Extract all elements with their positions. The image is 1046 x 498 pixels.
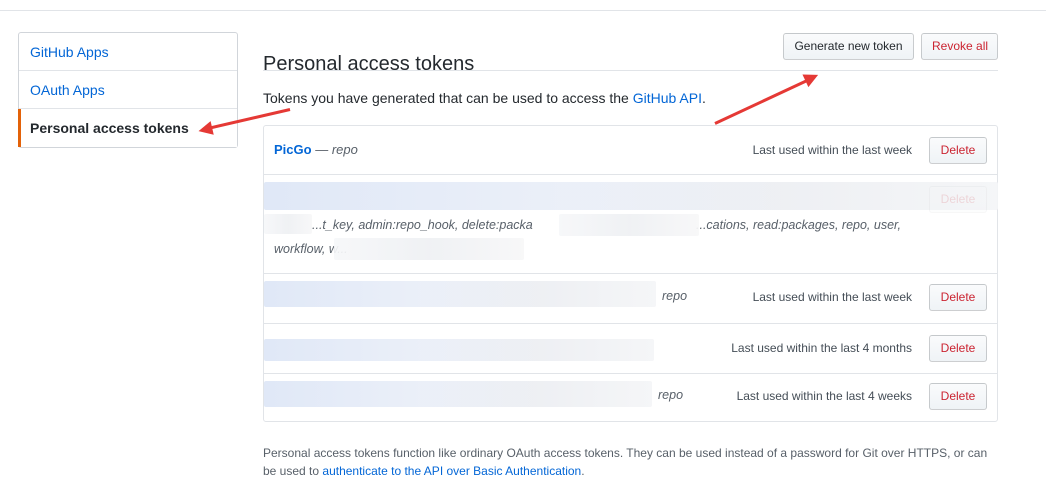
token-scopes: repo xyxy=(662,289,688,303)
basic-auth-link[interactable]: authenticate to the API over Basic Authe… xyxy=(322,464,581,478)
redacted-token-name xyxy=(264,281,656,307)
token-scopes-line-2: ...cations, read:packages, repo, user, xyxy=(696,218,901,232)
token-row: Last used within the last 4 months Delet… xyxy=(264,323,997,374)
intro-label: Tokens you have generated that can be us… xyxy=(263,90,633,106)
redacted-scopes-1 xyxy=(264,214,312,234)
page-title: Personal access tokens xyxy=(263,52,475,75)
token-scopes: repo xyxy=(331,142,358,157)
top-divider xyxy=(0,10,1046,11)
page-header: Personal access tokens Generate new toke… xyxy=(263,30,998,75)
token-last-used: Last used within the last week xyxy=(752,290,912,304)
token-row: ...t_key, admin:repo_hook, delete:packa … xyxy=(264,174,998,274)
delete-token-button[interactable]: Delete xyxy=(929,284,987,311)
footer-note: Personal access tokens function like ord… xyxy=(263,444,998,480)
delete-token-button[interactable]: Delete xyxy=(929,383,987,410)
generate-new-token-button[interactable]: Generate new token xyxy=(783,33,914,60)
annotation-arrow-generate xyxy=(714,75,816,125)
sidebar-item-github-apps[interactable]: GitHub Apps xyxy=(19,33,237,71)
delete-token-button[interactable]: Delete xyxy=(929,335,987,362)
revoke-all-button[interactable]: Revoke all xyxy=(921,33,998,60)
redacted-token-name xyxy=(264,381,652,407)
intro-text: Tokens you have generated that can be us… xyxy=(263,90,706,106)
github-api-link[interactable]: GitHub API xyxy=(633,90,702,106)
token-separator: — xyxy=(311,142,332,157)
token-scopes: repo xyxy=(658,388,684,402)
token-last-used: Last used within the last 4 weeks xyxy=(736,389,912,403)
token-name[interactable]: PicGo xyxy=(274,142,312,157)
token-row: repo Last used within the last week Dele… xyxy=(264,273,997,324)
token-row: repo Last used within the last 4 weeks D… xyxy=(264,373,997,422)
footer-period: . xyxy=(581,464,585,478)
main-content: Personal access tokens Generate new toke… xyxy=(263,30,998,478)
token-scopes-line-1: ...t_key, admin:repo_hook, delete:packa xyxy=(312,218,533,232)
intro-period: . xyxy=(701,90,706,106)
sidebar-item-oauth-apps[interactable]: OAuth Apps xyxy=(19,71,237,109)
redacted-scopes-3 xyxy=(334,238,524,260)
redacted-token-name xyxy=(264,182,998,210)
token-list: PicGo — repo Last used within the last w… xyxy=(263,125,998,422)
token-name-link[interactable]: PicGo — repo xyxy=(274,142,358,157)
token-row: PicGo — repo Last used within the last w… xyxy=(264,126,997,175)
delete-token-button[interactable]: Delete xyxy=(929,137,987,164)
token-last-used: Last used within the last week xyxy=(752,143,912,157)
token-last-used: Last used within the last 4 months xyxy=(731,341,912,355)
delete-token-button[interactable]: Delete xyxy=(929,186,987,213)
redacted-scopes-2 xyxy=(559,214,699,236)
redacted-token-name xyxy=(264,339,654,361)
